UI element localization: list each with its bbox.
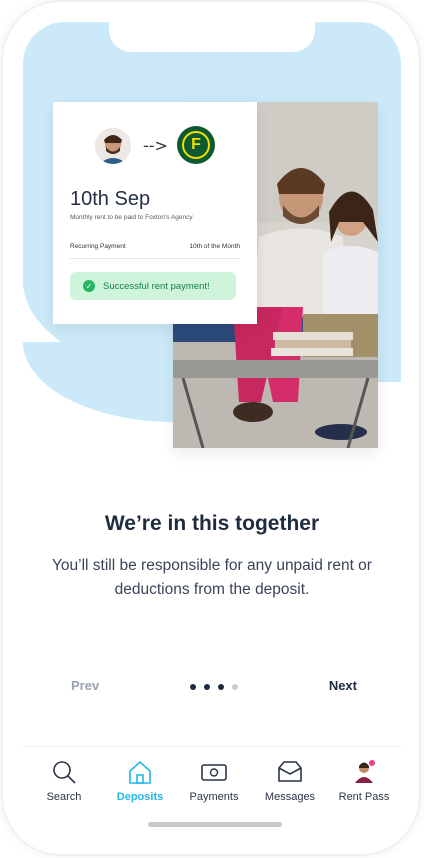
tab-label: Rent Pass <box>338 791 390 803</box>
check-circle-icon: ✓ <box>83 280 95 292</box>
agency-logo-letter: F <box>182 131 210 159</box>
profile-avatar-icon <box>329 757 399 787</box>
recurring-label: Recurring Payment <box>70 243 126 250</box>
page-dot <box>204 684 210 690</box>
app-screen: --> F 10th Sep Monthly rent to be paid t… <box>23 22 401 838</box>
home-icon <box>105 757 175 787</box>
search-icon <box>29 757 99 787</box>
tenant-avatar <box>95 128 131 164</box>
rent-payment-card: --> F 10th Sep Monthly rent to be paid t… <box>53 102 257 324</box>
tab-label: Payments <box>189 791 239 803</box>
success-text: Successful rent payment! <box>103 280 210 292</box>
onboarding-headline: We’re in this together <box>104 512 320 535</box>
tab-rent-pass[interactable]: Rent Pass <box>329 757 399 803</box>
page-dot <box>218 684 224 690</box>
bottom-tab-bar: Search Deposits Payments Messages Rent P… <box>23 746 401 817</box>
phone-frame: --> F 10th Sep Monthly rent to be paid t… <box>3 2 419 854</box>
success-badge: ✓ Successful rent payment! <box>70 272 236 300</box>
payments-icon <box>179 757 249 787</box>
card-divider <box>70 258 240 259</box>
prev-button[interactable]: Prev <box>71 678 99 693</box>
recurring-value: 10th of the Month <box>189 243 240 250</box>
page-dot <box>190 684 196 690</box>
tab-messages[interactable]: Messages <box>255 757 325 803</box>
payment-date: 10th Sep <box>70 188 151 210</box>
next-button[interactable]: Next <box>329 678 357 693</box>
page-indicator <box>190 684 238 690</box>
tab-payments[interactable]: Payments <box>179 757 249 803</box>
home-indicator[interactable] <box>148 822 282 827</box>
payment-description: Monthly rent to be paid to Foxton's Agen… <box>70 214 193 221</box>
transfer-arrow-icon: --> <box>143 136 168 155</box>
tab-label: Search <box>46 791 82 803</box>
onboarding-body: You’ll still be responsible for any unpa… <box>52 557 372 598</box>
tab-label: Deposits <box>116 791 164 803</box>
agency-logo-icon: F <box>177 126 215 164</box>
page-dot <box>232 684 238 690</box>
inbox-icon <box>255 757 325 787</box>
tab-search[interactable]: Search <box>29 757 99 803</box>
device-notch <box>109 22 315 52</box>
tab-label: Messages <box>264 791 316 803</box>
tab-deposits[interactable]: Deposits <box>105 757 175 803</box>
